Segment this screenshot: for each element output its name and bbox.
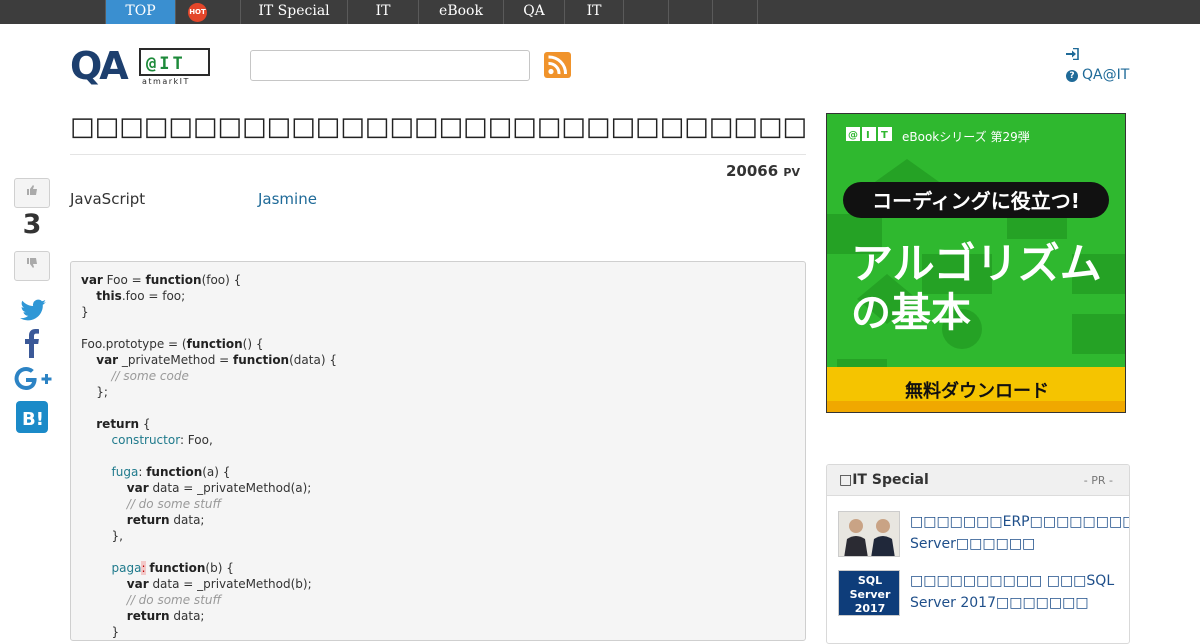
ad-tagline: コーディングに役立つ! <box>872 189 1080 213</box>
ad-title-line2: の基本 <box>851 289 971 336</box>
question-title: □□□□□□□□□□□□□□□□□□□□□□□□□□□□□□□□ <box>70 112 806 155</box>
pr-label: - PR - <box>1083 474 1113 487</box>
thumbs-up-icon <box>27 185 37 195</box>
downvote-button[interactable] <box>14 251 50 281</box>
code-line: Foo.prototype = (function() { <box>81 337 264 351</box>
special-thumbnail <box>838 511 900 557</box>
code-line: return { <box>96 417 151 431</box>
nav-item-hot[interactable]: HOT <box>176 0 241 24</box>
code-line: return data; <box>126 609 205 623</box>
login-icon[interactable] <box>1066 47 1079 63</box>
ad-title-line1: アルゴリズム <box>851 239 1102 288</box>
special-item[interactable]: SQL Server 2017 □□□□□□□□□□ □□□SQL Server… <box>838 570 1120 618</box>
upvote-button[interactable] <box>14 178 50 208</box>
logo-sub: atmarkIT <box>142 77 190 85</box>
svg-text:2017: 2017 <box>855 602 886 615</box>
google-plus-icon[interactable] <box>14 363 52 395</box>
code-line: var data = _privateMethod(a); <box>126 481 312 495</box>
nav-item-top[interactable]: TOP <box>105 0 176 24</box>
code-block: var Foo = function(foo) { this.foo = foo… <box>70 261 806 641</box>
special-item[interactable]: □□□□□□□ERP□□□□□□□□SQL Server□□□□□□ <box>838 511 1129 559</box>
logo-at-it: @IT <box>146 54 186 74</box>
nav-item-blank-1[interactable] <box>624 0 669 24</box>
page-view-count: 20066 PV <box>600 162 800 180</box>
code-line: // do some stuff <box>126 497 222 511</box>
it-special-title: □IT Special <box>839 472 929 488</box>
code-line: } <box>81 305 89 319</box>
code-line: var _privateMethod = function(data) { <box>96 353 337 367</box>
nav-item-it[interactable]: IT <box>348 0 419 24</box>
special-item-text[interactable]: □□□□□□□ERP□□□□□□□□SQL Server□□□□□□ <box>910 511 1129 555</box>
ad-cta: 無料ダウンロード <box>905 380 1049 402</box>
logo-qa: QA <box>70 45 129 85</box>
ad-series: eBookシリーズ 第29弾 <box>902 129 1030 144</box>
vote-count: 3 <box>22 209 42 240</box>
ad-logo: @ I T <box>846 127 892 141</box>
nav-item-qa[interactable]: QA <box>504 0 565 24</box>
facebook-icon[interactable] <box>14 327 50 359</box>
site-logo[interactable]: QA @IT atmarkIT <box>70 44 212 88</box>
svg-text:T: T <box>881 130 888 141</box>
hatena-bookmark-icon[interactable]: B! <box>14 401 50 433</box>
code-line: // do some stuff <box>126 593 222 607</box>
code-line: paga: function(b) { <box>111 561 234 575</box>
code-line: } <box>81 625 120 639</box>
code-line: fuga: function(a) { <box>111 465 231 479</box>
nav-item-blank-3[interactable] <box>713 0 758 24</box>
code-line: this.foo = foo; <box>96 289 186 303</box>
svg-text:Server: Server <box>850 588 891 601</box>
nav-item-it-2[interactable]: IT <box>565 0 624 24</box>
it-special-box: □IT Special - PR - □□□□□□□ERP□□□□□□□□SQL… <box>826 464 1130 644</box>
code-line: }, <box>81 529 123 543</box>
nav-item-blank-2[interactable] <box>669 0 713 24</box>
rss-icon[interactable] <box>544 52 571 78</box>
svg-text:B!: B! <box>22 409 44 430</box>
pv-value: 20066 <box>726 162 779 180</box>
help-link[interactable]: ? QA@IT <box>1066 67 1129 83</box>
code-line: var data = _privateMethod(b); <box>126 577 312 591</box>
svg-text:@: @ <box>848 130 858 141</box>
help-label: QA@IT <box>1082 67 1130 83</box>
code-line: var Foo = function(foo) { <box>81 273 242 287</box>
thumbs-down-icon <box>27 258 37 268</box>
code-line: }; <box>81 385 108 399</box>
ebook-ad-banner[interactable]: @ I T eBookシリーズ 第29弾 コーディングに役立つ! アルゴリズム … <box>826 113 1126 413</box>
nav-item-it-special[interactable]: IT Special <box>241 0 348 24</box>
special-thumbnail: SQL Server 2017 <box>838 570 900 616</box>
code-line: constructor: Foo, <box>111 433 213 447</box>
code-line: return data; <box>126 513 205 527</box>
it-special-header: □IT Special - PR - <box>827 465 1129 496</box>
nav-item-ebook[interactable]: eBook <box>419 0 504 24</box>
svg-text:I: I <box>866 130 870 141</box>
top-nav: TOP HOT IT Special IT eBook QA IT <box>0 0 1200 24</box>
special-item-text[interactable]: □□□□□□□□□□ □□□SQL Server 2017□□□□□□□ <box>910 570 1120 614</box>
code-line: // some code <box>111 369 189 383</box>
pv-unit: PV <box>783 166 800 179</box>
tag-jasmine[interactable]: Jasmine <box>258 190 317 208</box>
question-icon: ? <box>1066 70 1078 82</box>
search-input[interactable] <box>250 50 530 81</box>
tag-javascript[interactable]: JavaScript <box>70 190 145 208</box>
hot-badge: HOT <box>188 3 207 22</box>
twitter-icon[interactable] <box>14 294 50 326</box>
svg-text:SQL: SQL <box>858 574 882 587</box>
